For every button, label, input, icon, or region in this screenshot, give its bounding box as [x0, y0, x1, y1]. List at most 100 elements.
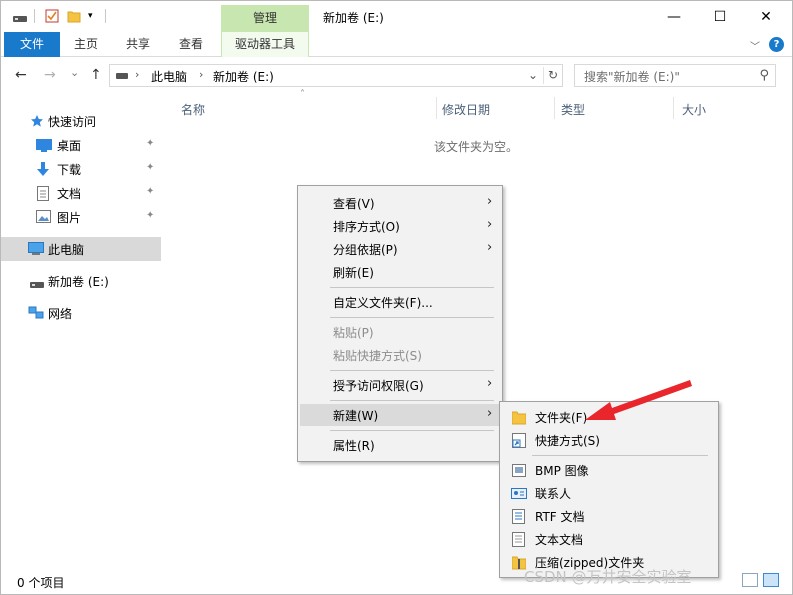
tab-file[interactable]: 文件 — [4, 32, 60, 57]
submenu-arrow-icon: › — [487, 376, 493, 391]
recent-locations-icon[interactable]: ⌄ — [70, 66, 79, 79]
menu-separator — [330, 370, 494, 371]
forward-icon[interactable]: → — [44, 67, 56, 83]
title-bar: ▾ 管理 新加卷 (E:) — ☐ ✕ — [1, 1, 792, 32]
menu-separator — [532, 455, 708, 456]
sidebar-item-documents[interactable]: 文档 ✦ — [1, 181, 161, 205]
menu-item-new-contact[interactable]: 联系人 — [502, 482, 716, 504]
tab-manage[interactable]: 管理 — [221, 5, 309, 32]
document-icon — [37, 186, 51, 201]
pin-icon[interactable]: ✦ — [146, 186, 154, 197]
divider — [105, 9, 106, 23]
menu-item-new-shortcut[interactable]: 快捷方式(S) — [502, 429, 716, 451]
column-divider[interactable] — [554, 97, 555, 119]
pin-icon[interactable]: ✦ — [146, 138, 154, 149]
empty-folder-message: 该文件夹为空。 — [434, 140, 519, 154]
star-icon — [30, 114, 44, 128]
search-input[interactable]: 搜索"新加卷 (E:)" ⚲ — [574, 64, 776, 87]
properties-icon[interactable] — [45, 9, 59, 23]
menu-item-label: 文本文档 — [535, 533, 584, 547]
image-file-icon — [512, 463, 526, 478]
expand-ribbon-icon[interactable]: ﹀ — [750, 38, 760, 53]
menu-item-sort-by[interactable]: 排序方式(O) › — [300, 215, 500, 237]
customize-quick-access-icon[interactable]: ▾ — [88, 11, 102, 25]
download-icon — [36, 162, 50, 176]
sidebar-item-label: 网络 — [48, 307, 73, 321]
column-divider[interactable] — [673, 97, 674, 119]
menu-item-new[interactable]: 新建(W) › — [300, 404, 500, 426]
search-placeholder: 搜索"新加卷 (E:)" — [584, 70, 680, 84]
close-button[interactable]: ✕ — [743, 1, 789, 32]
menu-separator — [330, 400, 494, 401]
menu-item-refresh[interactable]: 刷新(E) — [300, 261, 500, 283]
watermark: CSDN @万井安全实验室 — [524, 568, 692, 586]
item-count: 0 个项目 — [17, 576, 65, 590]
menu-item-group-by[interactable]: 分组依据(P) › — [300, 238, 500, 260]
maximize-icon: ☐ — [713, 8, 727, 25]
menu-item-give-access[interactable]: 授予访问权限(G) › — [300, 374, 500, 396]
minimize-button[interactable]: — — [651, 1, 697, 32]
back-icon[interactable]: ← — [15, 67, 27, 83]
menu-item-paste-shortcut[interactable]: 粘贴快捷方式(S) — [300, 344, 500, 366]
column-header-date[interactable]: 修改日期 — [442, 101, 490, 118]
tab-drive-tools[interactable]: 驱动器工具 — [221, 32, 309, 57]
sidebar-item-pictures[interactable]: 图片 ✦ — [1, 205, 161, 229]
pin-icon[interactable]: ✦ — [146, 162, 154, 173]
refresh-icon[interactable]: ↻ — [548, 68, 558, 82]
sidebar-item-desktop[interactable]: 桌面 ✦ — [1, 133, 161, 157]
menu-item-paste[interactable]: 粘贴(P) — [300, 321, 500, 343]
up-icon[interactable]: ↑ — [90, 67, 102, 83]
sidebar-item-drive-e[interactable]: 新加卷 (E:) — [1, 269, 161, 293]
breadcrumb-separator: › — [135, 68, 140, 81]
pictures-icon — [36, 210, 51, 224]
window-title: 新加卷 (E:) — [323, 11, 384, 25]
menu-item-new-bmp[interactable]: BMP 图像 — [502, 459, 716, 481]
new-folder-icon[interactable] — [67, 9, 81, 23]
menu-item-customize-folder[interactable]: 自定义文件夹(F)... — [300, 291, 500, 313]
text-document-icon — [512, 532, 526, 547]
menu-separator — [330, 430, 494, 431]
search-icon: ⚲ — [759, 68, 769, 83]
pin-icon[interactable]: ✦ — [146, 210, 154, 221]
sidebar-item-downloads[interactable]: 下载 ✦ — [1, 157, 161, 181]
shortcut-icon — [512, 433, 526, 448]
new-submenu: 文件夹(F) 快捷方式(S) BMP 图像 联系人 RTF 文档 文本文档 压缩… — [499, 401, 719, 578]
details-view-icon[interactable] — [742, 573, 758, 587]
column-header-name[interactable]: 名称 — [181, 101, 205, 118]
menu-item-label: 排序方式(O) — [333, 220, 400, 234]
contact-card-icon — [511, 486, 527, 501]
folder-icon — [511, 410, 527, 425]
column-divider[interactable] — [436, 97, 437, 119]
maximize-button[interactable]: ☐ — [697, 1, 743, 32]
menu-item-view[interactable]: 查看(V) › — [300, 192, 500, 214]
sidebar-item-this-pc[interactable]: 此电脑 — [1, 237, 161, 261]
address-dropdown-icon[interactable]: ⌄ — [528, 68, 538, 82]
menu-item-new-rtf[interactable]: RTF 文档 — [502, 505, 716, 527]
help-icon[interactable]: ? — [769, 37, 784, 52]
tab-home[interactable]: 主页 — [63, 32, 109, 57]
breadcrumb-this-pc[interactable]: 此电脑 — [151, 68, 187, 85]
desktop-icon — [36, 138, 52, 152]
menu-item-new-text[interactable]: 文本文档 — [502, 528, 716, 550]
large-icons-view-icon[interactable] — [763, 573, 779, 587]
drive-icon — [116, 73, 128, 79]
breadcrumb-drive[interactable]: 新加卷 (E:) — [213, 68, 274, 85]
menu-item-label: 授予访问权限(G) — [333, 379, 424, 393]
menu-item-label: 文件夹(F) — [535, 411, 588, 425]
menu-item-new-folder[interactable]: 文件夹(F) — [502, 406, 716, 428]
drive-icon — [30, 278, 44, 292]
menu-item-properties[interactable]: 属性(R) — [300, 434, 500, 456]
tab-view[interactable]: 查看 — [168, 32, 214, 57]
computer-icon — [28, 242, 44, 256]
tab-share[interactable]: 共享 — [115, 32, 161, 57]
sidebar-item-label: 文档 — [57, 187, 82, 201]
menu-item-label: 查看(V) — [333, 197, 375, 211]
sidebar-item-quick-access[interactable]: 快速访问 — [1, 109, 161, 133]
context-menu: 查看(V) › 排序方式(O) › 分组依据(P) › 刷新(E) 自定义文件夹… — [297, 185, 503, 462]
minimize-icon: — — [667, 8, 681, 25]
column-header-type[interactable]: 类型 — [561, 101, 585, 118]
submenu-arrow-icon: › — [487, 406, 493, 421]
address-bar[interactable]: › 此电脑 › 新加卷 (E:) ⌄ ↻ — [109, 64, 563, 87]
sidebar-item-network[interactable]: 网络 — [1, 301, 161, 325]
column-header-size[interactable]: 大小 — [682, 101, 706, 118]
